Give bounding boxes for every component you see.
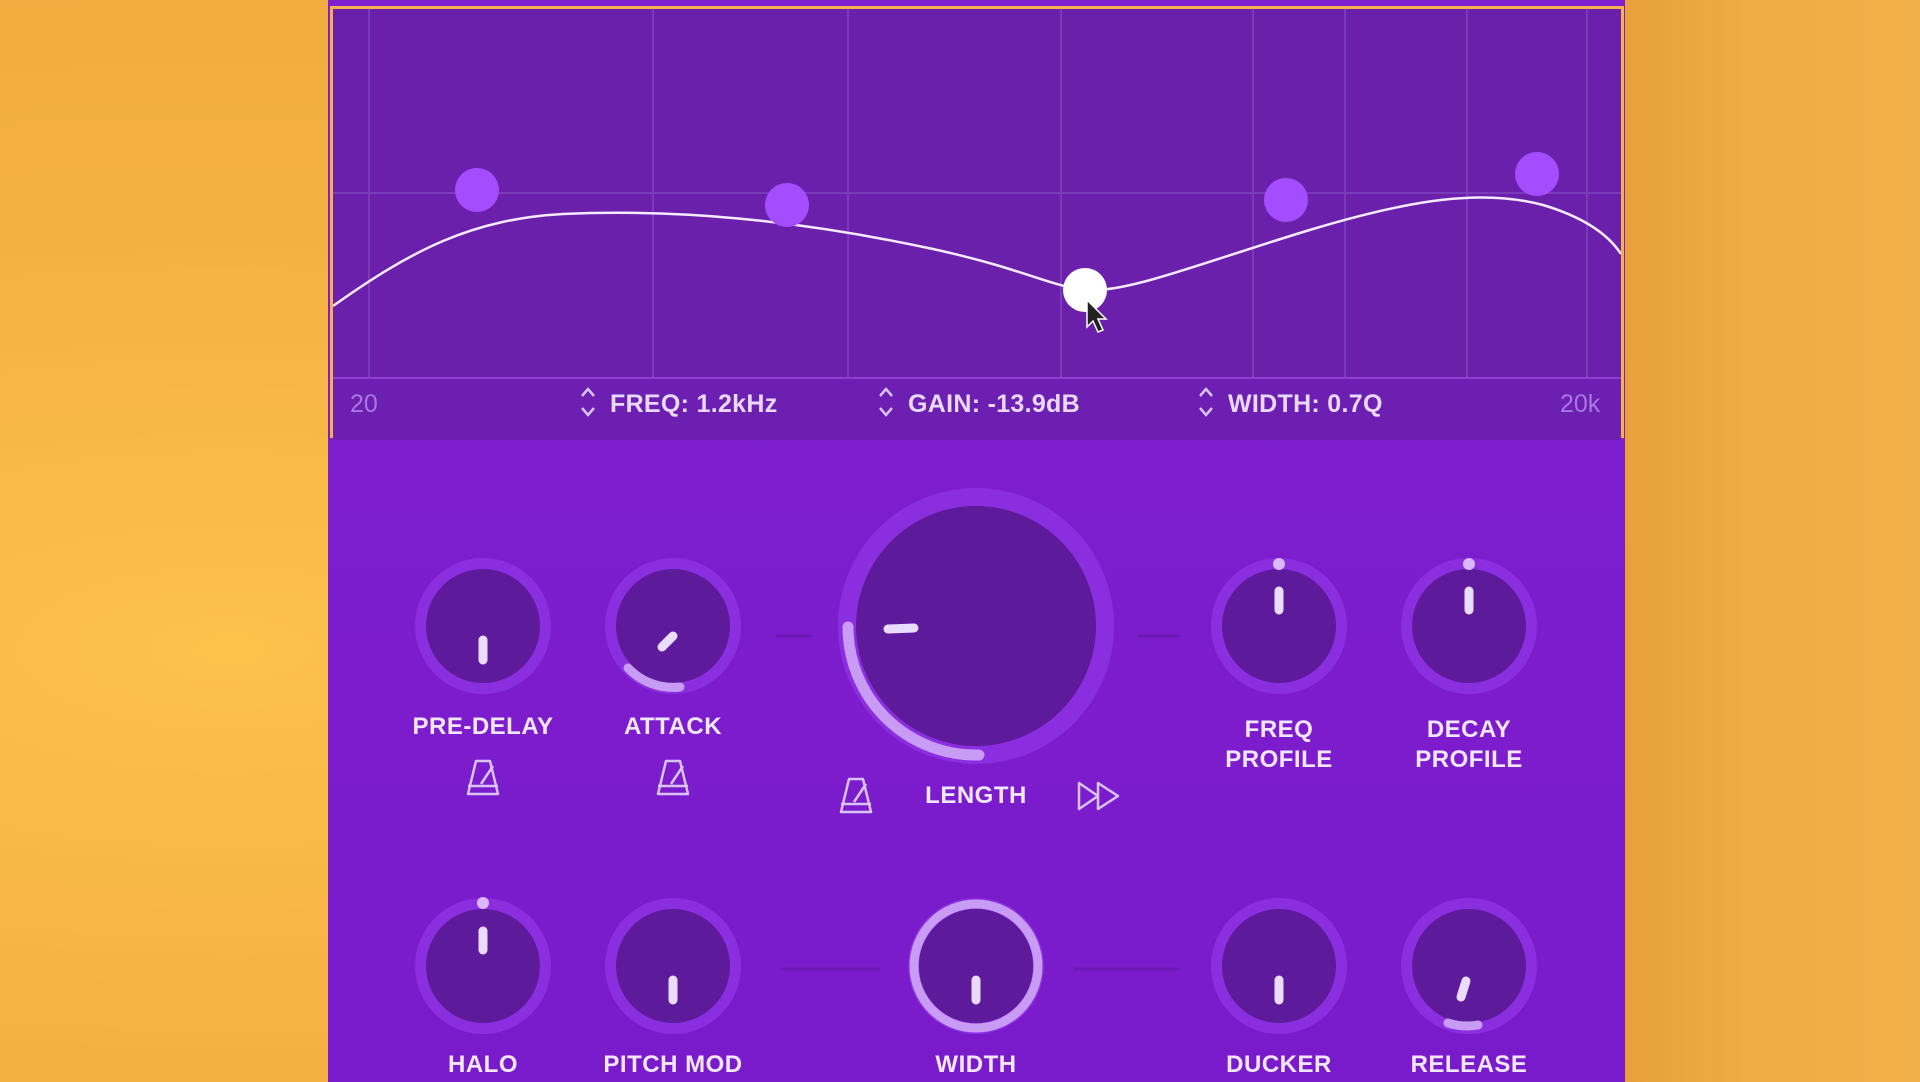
- pre-delay-knob[interactable]: [415, 558, 551, 694]
- ducker-knob[interactable]: [1211, 898, 1347, 1034]
- attack-knob[interactable]: [605, 558, 741, 694]
- attack-sync-metronome-icon[interactable]: [655, 758, 691, 798]
- width-knob[interactable]: [908, 898, 1044, 1034]
- decay-profile-label: DECAY PROFILE: [1415, 716, 1523, 773]
- decay-profile-knob[interactable]: [1401, 558, 1537, 694]
- freq-profile-label: FREQ PROFILE: [1225, 716, 1333, 773]
- ducker-label: DUCKER: [1226, 1051, 1332, 1078]
- release-knob[interactable]: [1401, 898, 1537, 1034]
- halo-knob[interactable]: [415, 897, 551, 1034]
- attack-label: ATTACK: [623, 713, 723, 740]
- release-label: RELEASE: [1410, 1051, 1528, 1078]
- pitch-mod-label: PITCH MOD: [603, 1051, 743, 1078]
- length-sync-metronome-icon[interactable]: [838, 776, 874, 816]
- pitch-mod-knob[interactable]: [605, 898, 741, 1034]
- fast-forward-icon[interactable]: [1076, 780, 1124, 812]
- width-label: WIDTH: [935, 1051, 1017, 1078]
- freq-profile-knob[interactable]: [1211, 558, 1347, 694]
- length-label: LENGTH: [925, 782, 1027, 809]
- halo-label: HALO: [448, 1051, 518, 1078]
- pre-delay-label: PRE-DELAY: [412, 713, 554, 740]
- pre-delay-sync-metronome-icon[interactable]: [465, 758, 501, 798]
- length-knob[interactable]: [838, 488, 1114, 764]
- knob-layer: [415, 488, 1537, 1034]
